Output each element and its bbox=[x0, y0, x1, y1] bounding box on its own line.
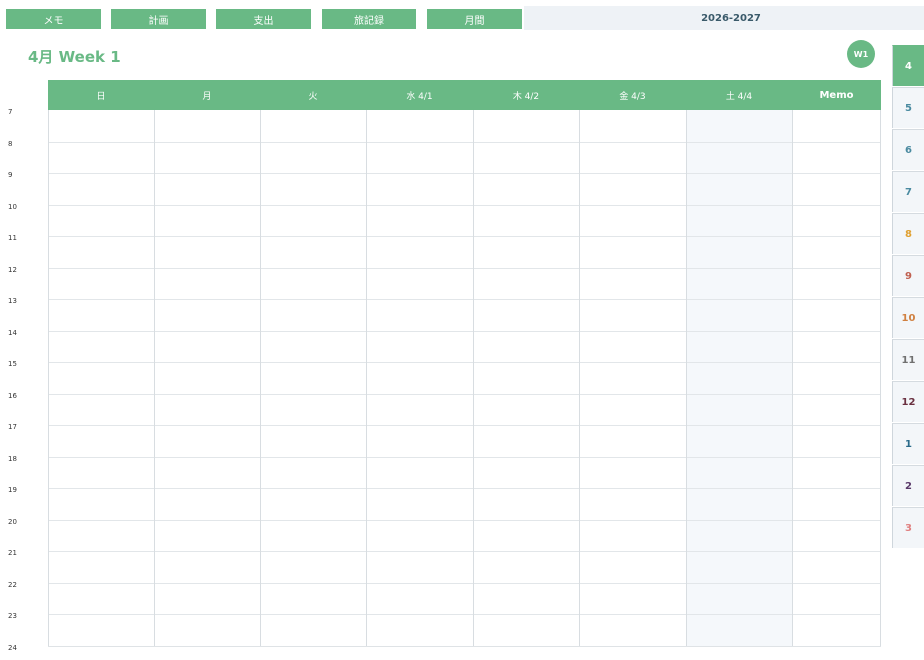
hour-label: 10 bbox=[8, 203, 17, 211]
grid-column-line bbox=[366, 110, 367, 646]
day-header-sat: 土 4/4 bbox=[725, 91, 753, 102]
hour-label: 22 bbox=[8, 581, 17, 589]
grid-row-line bbox=[48, 362, 881, 363]
month-tab-9[interactable]: 9 bbox=[892, 255, 924, 296]
grid-row-line bbox=[48, 457, 881, 458]
grid-column-line bbox=[686, 110, 687, 646]
grid-column-line bbox=[579, 110, 580, 646]
year-label: 2026-2027 bbox=[701, 12, 761, 24]
month-tab-3[interactable]: 3 bbox=[892, 507, 924, 548]
grid-row-line bbox=[48, 394, 881, 395]
grid-row-line bbox=[48, 142, 881, 143]
grid-column-line bbox=[473, 110, 474, 646]
hour-label: 16 bbox=[8, 392, 17, 400]
hour-label: 23 bbox=[8, 612, 17, 620]
grid-row-line bbox=[48, 205, 881, 206]
tab-travel-log[interactable]: 旅記録 bbox=[322, 9, 416, 29]
month-tab-4[interactable]: 4 bbox=[892, 45, 924, 86]
day-header-memo: Memo bbox=[819, 89, 854, 101]
grid-column-line bbox=[880, 110, 881, 646]
grid-row-line bbox=[48, 551, 881, 552]
week-badge[interactable]: W1 bbox=[847, 40, 875, 68]
grid-row-line bbox=[48, 331, 881, 332]
hour-label: 8 bbox=[8, 140, 13, 148]
grid-row-line bbox=[48, 299, 881, 300]
hour-label: 21 bbox=[8, 549, 17, 557]
month-tab-8[interactable]: 8 bbox=[892, 213, 924, 254]
schedule-grid[interactable] bbox=[48, 110, 881, 647]
month-tab-1[interactable]: 1 bbox=[892, 423, 924, 464]
hour-label: 7 bbox=[8, 108, 13, 116]
saturday-column bbox=[686, 110, 792, 646]
hour-label: 13 bbox=[8, 297, 17, 305]
grid-row-line bbox=[48, 425, 881, 426]
hour-label: 19 bbox=[8, 486, 17, 494]
hour-label: 15 bbox=[8, 360, 17, 368]
month-tab-2[interactable]: 2 bbox=[892, 465, 924, 506]
month-tab-11[interactable]: 11 bbox=[892, 339, 924, 380]
month-tab-7[interactable]: 7 bbox=[892, 171, 924, 212]
day-header-row: 日 月 火 水 4/1 木 4/2 金 4/3 土 4/4 Memo bbox=[48, 80, 881, 110]
hour-label: 14 bbox=[8, 329, 17, 337]
grid-row-line bbox=[48, 488, 881, 489]
hour-label: 17 bbox=[8, 423, 17, 431]
hour-label: 9 bbox=[8, 171, 13, 179]
grid-column-line bbox=[154, 110, 155, 646]
tab-plan[interactable]: 計画 bbox=[111, 9, 206, 29]
month-tab-5[interactable]: 5 bbox=[892, 87, 924, 128]
hour-label: 24 bbox=[8, 644, 17, 652]
day-header-thu: 木 4/2 bbox=[512, 91, 540, 102]
month-tab-6[interactable]: 6 bbox=[892, 129, 924, 170]
page-title: 4月 Week 1 bbox=[28, 48, 121, 66]
day-header-wed: 水 4/1 bbox=[406, 91, 433, 102]
hour-label: 11 bbox=[8, 234, 17, 242]
grid-column-line bbox=[260, 110, 261, 646]
grid-row-line bbox=[48, 236, 881, 237]
tab-expense[interactable]: 支出 bbox=[216, 9, 311, 29]
day-header-tue: 火 bbox=[308, 91, 318, 102]
hour-label: 18 bbox=[8, 455, 17, 463]
grid-column-line bbox=[792, 110, 793, 646]
grid-row-line bbox=[48, 268, 881, 269]
grid-row-line bbox=[48, 173, 881, 174]
hour-label: 20 bbox=[8, 518, 17, 526]
grid-row-line bbox=[48, 520, 881, 521]
day-header-sun: 日 bbox=[96, 91, 106, 102]
month-tab-10[interactable]: 10 bbox=[892, 297, 924, 338]
grid-column-line bbox=[48, 110, 49, 646]
top-navigation: メモ 計画 支出 旅記録 月間 2026-2027 bbox=[0, 0, 924, 34]
tab-monthly[interactable]: 月間 bbox=[427, 9, 522, 29]
day-header-mon: 月 bbox=[202, 91, 212, 102]
hour-label: 12 bbox=[8, 266, 17, 274]
tab-memo[interactable]: メモ bbox=[6, 9, 101, 29]
day-header-fri: 金 4/3 bbox=[619, 91, 646, 102]
grid-row-line bbox=[48, 614, 881, 615]
grid-row-line bbox=[48, 583, 881, 584]
month-tab-12[interactable]: 12 bbox=[892, 381, 924, 422]
